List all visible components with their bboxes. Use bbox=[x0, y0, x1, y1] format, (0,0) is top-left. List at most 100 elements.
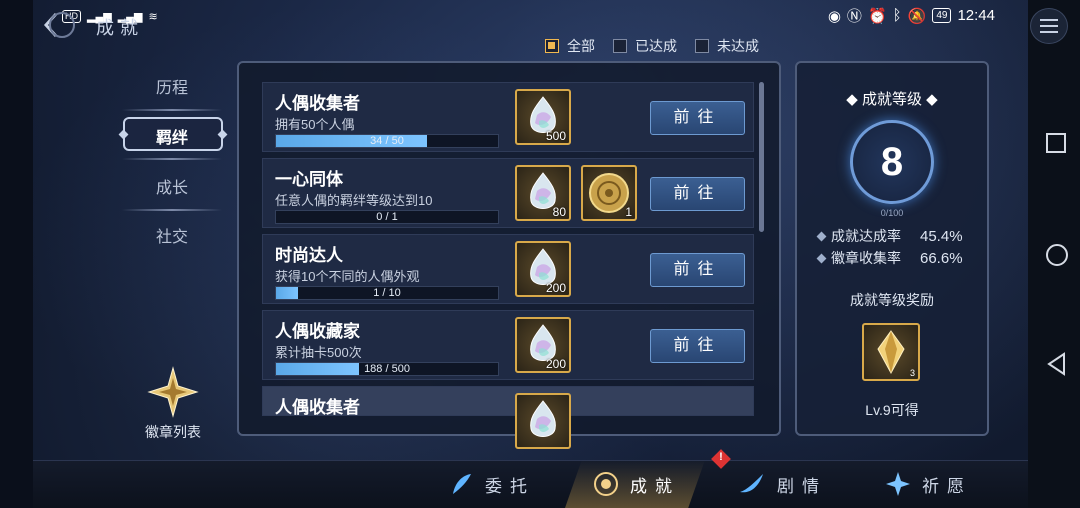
achievement-row[interactable]: 时尚达人获得10个不同的人偶外观 1 / 10 200 前往 bbox=[262, 234, 754, 304]
achievement-row[interactable]: 人偶收集者拥有50个人偶 34 / 50 500 前往 bbox=[262, 82, 754, 152]
achievement-desc: 获得10个不同的人偶外观 bbox=[275, 269, 420, 284]
recent-apps-icon[interactable] bbox=[1046, 133, 1066, 153]
page-title: 成就 bbox=[96, 18, 144, 38]
go-button[interactable]: 前往 bbox=[650, 101, 745, 135]
tab-bond[interactable]: 羁绊 bbox=[122, 124, 222, 148]
bluetooth-icon: ᛒ bbox=[892, 7, 902, 24]
feather-icon bbox=[453, 474, 471, 494]
achievement-title: 人偶收藏家 bbox=[275, 322, 360, 341]
achievement-title: 人偶收集者 bbox=[275, 94, 360, 113]
status-right: ◉ Ⓝ ⏰ ᛒ 🔕 49 12:44 bbox=[828, 5, 995, 26]
alert-mark: ! bbox=[719, 451, 723, 463]
level-reward-item[interactable]: 3 bbox=[862, 323, 920, 381]
divider bbox=[122, 158, 222, 160]
back-button[interactable] bbox=[40, 8, 80, 42]
hamburger-icon bbox=[1040, 19, 1058, 21]
mute-icon: 🔕 bbox=[907, 7, 927, 25]
tab-commission[interactable]: 委托 bbox=[447, 470, 535, 498]
reward-item[interactable]: 500 bbox=[515, 89, 571, 145]
reward-item[interactable]: 200 bbox=[515, 317, 571, 373]
progress-text: 1 / 10 bbox=[373, 287, 401, 299]
home-icon[interactable] bbox=[1046, 244, 1068, 266]
back-arrow-icon bbox=[43, 12, 75, 38]
level-panel-title: ◆ 成就等级 ◆ bbox=[846, 91, 938, 108]
progress-bar: 1 / 10 bbox=[275, 286, 499, 300]
stat-label: 徽章收集率 bbox=[831, 250, 901, 266]
medal-icon bbox=[594, 472, 618, 496]
stat-value: 45.4% bbox=[920, 227, 963, 245]
progress-text: 34 / 50 bbox=[370, 135, 404, 147]
tab-label: 祈愿 bbox=[922, 476, 972, 496]
reward-item[interactable] bbox=[515, 393, 571, 449]
go-button[interactable]: 前往 bbox=[650, 253, 745, 287]
filter-completed[interactable]: 已达成 bbox=[613, 36, 677, 56]
tab-history[interactable]: 历程 bbox=[122, 74, 222, 98]
tab-social[interactable]: 社交 bbox=[122, 223, 222, 247]
checkbox-completed[interactable] bbox=[613, 39, 627, 53]
progress-bar: 188 / 500 bbox=[275, 362, 499, 376]
reward-count: 200 bbox=[545, 357, 566, 371]
tab-wish[interactable]: 祈愿 bbox=[884, 470, 972, 498]
achievement-title: 时尚达人 bbox=[275, 246, 343, 265]
progress-bar: 34 / 50 bbox=[275, 134, 499, 148]
filter-all[interactable]: 全部 bbox=[545, 36, 595, 56]
back-nav-icon[interactable] bbox=[1046, 352, 1068, 376]
reward-item[interactable]: 80 bbox=[515, 165, 571, 221]
tab-label: 剧情 bbox=[777, 476, 827, 496]
badge-list-label: 徽章列表 bbox=[145, 424, 201, 440]
progress-bar: 0 / 1 bbox=[275, 210, 499, 224]
reward-count: 500 bbox=[545, 129, 566, 143]
filter-label: 已达成 bbox=[635, 38, 677, 54]
level-title-text: 成就等级 bbox=[861, 91, 922, 108]
reward-count: 1 bbox=[625, 205, 632, 219]
diamond-icon bbox=[816, 253, 827, 263]
reward-unlock-text: Lv.9可得 bbox=[865, 402, 919, 418]
menu-button[interactable] bbox=[1030, 8, 1068, 44]
filter-incomplete[interactable]: 未达成 bbox=[695, 36, 759, 56]
filter-label: 未达成 bbox=[717, 38, 759, 54]
wing-icon bbox=[740, 474, 763, 493]
wifi-icon: ≋ bbox=[148, 10, 158, 23]
reward-item[interactable]: 1 bbox=[581, 165, 637, 221]
eye-icon: ◉ bbox=[827, 7, 841, 25]
badge-list-button[interactable]: 徽章列表 bbox=[140, 366, 206, 442]
divider bbox=[122, 209, 222, 211]
filter-label: 全部 bbox=[567, 38, 595, 54]
stat-badge-rate: 徽章收集率 66.6% bbox=[816, 248, 963, 268]
level-reward-label: 成就等级奖励 bbox=[850, 292, 934, 308]
stat-value: 66.6% bbox=[920, 249, 963, 267]
checkbox-incomplete[interactable] bbox=[695, 39, 709, 53]
reward-count: 200 bbox=[545, 281, 566, 295]
achievement-row[interactable]: 人偶收藏家累计抽卡500次 188 / 500 200 前往 bbox=[262, 310, 754, 380]
stat-achievement-rate: 成就达成率 45.4% bbox=[816, 226, 963, 246]
achievement-title: 人偶收集者 bbox=[275, 398, 360, 417]
achievement-desc: 累计抽卡500次 bbox=[275, 345, 362, 360]
checkbox-all[interactable] bbox=[545, 39, 559, 53]
achievement-desc: 任意人偶的羁绊等级达到10 bbox=[275, 193, 433, 208]
achievement-row[interactable]: 一心同体 任意人偶的羁绊等级达到10 0 / 1 80 1 前往 bbox=[262, 158, 754, 228]
tab-story[interactable]: 剧情 bbox=[737, 470, 827, 498]
stat-label: 成就达成率 bbox=[831, 228, 901, 244]
filter-bar: 全部 已达成 未达成 bbox=[545, 36, 759, 56]
reward-item[interactable]: 200 bbox=[515, 241, 571, 297]
progress-text: 0 / 1 bbox=[376, 211, 398, 223]
tab-label: 成就 bbox=[630, 476, 680, 496]
reward-count: 3 bbox=[909, 368, 915, 378]
left-edge bbox=[0, 0, 33, 508]
star-badge-icon bbox=[147, 366, 199, 418]
go-button[interactable]: 前往 bbox=[650, 329, 745, 363]
diamond-icon bbox=[816, 231, 827, 241]
go-button[interactable]: 前往 bbox=[650, 177, 745, 211]
nfc-icon: Ⓝ bbox=[846, 8, 862, 25]
scrollbar[interactable] bbox=[759, 82, 764, 232]
tab-achievement[interactable]: 成就 bbox=[592, 470, 680, 498]
reward-count: 80 bbox=[552, 205, 566, 219]
level-number: 8 bbox=[880, 139, 904, 184]
achievement-desc: 拥有50个人偶 bbox=[275, 117, 355, 132]
sparkle-icon bbox=[886, 472, 910, 496]
clock: 12:44 bbox=[957, 7, 995, 24]
tab-growth[interactable]: 成长 bbox=[122, 174, 222, 198]
achievement-row[interactable]: 人偶收集者 bbox=[262, 386, 754, 449]
progress-text: 188 / 500 bbox=[364, 363, 410, 375]
tab-label: 委托 bbox=[485, 476, 535, 496]
